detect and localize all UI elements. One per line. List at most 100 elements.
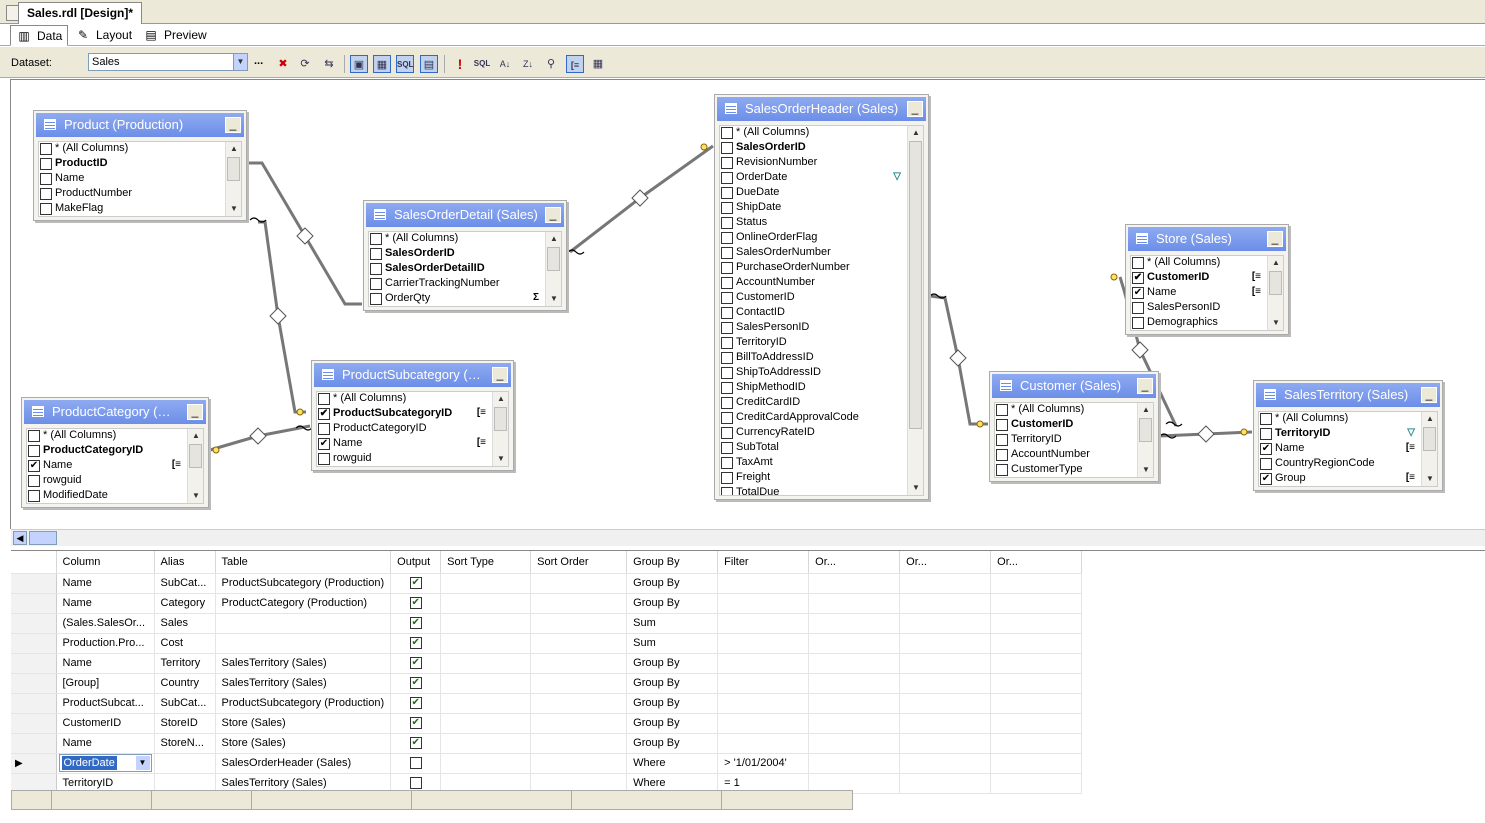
table-row[interactable]: Name SubCat... ProductSubcategory (Product… (11, 573, 1083, 594)
output-checkbox[interactable] (409, 757, 422, 770)
cell-or[interactable] (899, 653, 992, 674)
cell-group-by[interactable]: Group By (626, 733, 719, 754)
cell-or[interactable] (990, 633, 1083, 654)
minimize-icon[interactable]: _ (187, 404, 203, 420)
cell-sort-type[interactable] (440, 733, 532, 754)
cell-or[interactable] (990, 573, 1083, 594)
cell-group-by[interactable]: Group By (626, 713, 719, 734)
cell-alias[interactable]: Sales (154, 613, 216, 634)
output-checkbox[interactable]: ✔ (409, 577, 422, 590)
column-select[interactable]: OrderDate ▼ (58, 754, 152, 772)
column-header[interactable]: Sort Type (440, 551, 532, 574)
table-store-title[interactable]: Store (Sales) _ (1128, 227, 1286, 251)
row-selector[interactable] (11, 573, 57, 594)
table-store[interactable]: Store (Sales) _ * (All Columns) ✔ CustomerI… (1125, 224, 1289, 335)
cell-column[interactable]: Production.Pro... (56, 633, 155, 654)
column-row[interactable]: rowguid (27, 474, 203, 489)
cell-group-by[interactable]: Sum (626, 613, 719, 634)
cell-or[interactable] (990, 593, 1083, 614)
column-row[interactable]: ✔ CustomerID [≡ (1131, 271, 1283, 286)
column-checkbox[interactable] (370, 278, 382, 290)
cell-or[interactable] (808, 753, 901, 774)
column-checkbox[interactable]: ✔ (1132, 272, 1144, 284)
cell-sort-order[interactable] (530, 733, 628, 754)
column-row[interactable]: ProductCategoryID (27, 444, 203, 459)
column-row[interactable]: AccountNumber (720, 276, 923, 291)
cell-or[interactable] (899, 573, 992, 594)
cell-table[interactable]: ProductCategory (Production) (215, 593, 392, 614)
cell-or[interactable] (899, 733, 992, 754)
cell-table[interactable] (215, 613, 392, 634)
tab-data[interactable]: ▥ Data (10, 25, 68, 46)
column-list-scrollbar[interactable]: ▲ ▼ (907, 126, 923, 495)
minimize-icon[interactable]: _ (907, 101, 923, 117)
column-checkbox[interactable] (721, 367, 733, 379)
document-tab-sales-rdl[interactable]: Sales.rdl [Design]* (18, 2, 143, 24)
column-checkbox[interactable]: ✔ (1260, 473, 1272, 485)
results-pane-icon[interactable]: ▤ (420, 55, 438, 73)
column-header[interactable]: Filter (717, 551, 810, 574)
row-selector[interactable] (11, 653, 57, 674)
column-checkbox[interactable] (721, 187, 733, 199)
minimize-icon[interactable]: _ (492, 367, 508, 383)
table-salesorderheader-title[interactable]: SalesOrderHeader (Sales) _ (717, 97, 926, 121)
delete-dataset-icon[interactable]: ✖ (274, 55, 292, 73)
table-row[interactable]: Name Category ProductCategory (Production)… (11, 593, 1083, 614)
run-icon[interactable]: ! (451, 55, 469, 73)
cell-column[interactable]: CustomerID (56, 713, 155, 734)
column-row[interactable]: * (All Columns) (39, 142, 241, 157)
column-checkbox[interactable] (40, 158, 52, 170)
table-productcategory[interactable]: ProductCategory (… _ * (All Columns) Produ… (21, 397, 209, 508)
column-checkbox[interactable] (721, 202, 733, 214)
remove-filter-icon[interactable]: ⚲ (542, 55, 560, 73)
cell-or[interactable] (808, 613, 901, 634)
diagram-horizontal-scrollbar[interactable]: ◀ (11, 529, 1485, 546)
cell-filter[interactable] (717, 573, 810, 594)
cell-sort-order[interactable] (530, 613, 628, 634)
cell-group-by[interactable]: Sum (626, 633, 719, 654)
scroll-thumb[interactable] (909, 141, 922, 429)
cell-sort-order[interactable] (530, 633, 628, 654)
column-checkbox[interactable] (40, 188, 52, 200)
column-checkbox[interactable] (996, 464, 1008, 476)
column-checkbox[interactable] (1132, 302, 1144, 314)
chevron-down-icon[interactable]: ▼ (546, 292, 561, 306)
output-checkbox[interactable]: ✔ (409, 677, 422, 690)
row-selector[interactable] (11, 693, 57, 714)
chevron-down-icon[interactable]: ▼ (233, 54, 247, 70)
minimize-icon[interactable]: _ (1421, 387, 1437, 403)
column-row[interactable]: * (All Columns) (317, 392, 508, 407)
cell-sort-type[interactable] (440, 593, 532, 614)
column-checkbox[interactable] (996, 419, 1008, 431)
cell-or[interactable] (808, 713, 901, 734)
column-row[interactable]: SalesPersonID (720, 321, 923, 336)
column-checkbox[interactable] (721, 322, 733, 334)
column-checkbox[interactable] (40, 203, 52, 215)
cell-column[interactable]: [Group] (56, 673, 155, 694)
chevron-up-icon[interactable]: ▲ (1268, 256, 1283, 270)
column-row[interactable]: CurrencyRateID (720, 426, 923, 441)
column-checkbox[interactable] (370, 263, 382, 275)
chevron-down-icon[interactable]: ▼ (908, 481, 923, 495)
diagram-pane-icon[interactable]: ▣ (350, 55, 368, 73)
chevron-up-icon[interactable]: ▲ (493, 392, 508, 406)
table-row[interactable]: CustomerID StoreID Store (Sales) ✔ Group By (11, 713, 1083, 734)
cell-or[interactable] (808, 653, 901, 674)
table-row[interactable]: Name StoreN... Store (Sales) ✔ Group By (11, 733, 1083, 754)
cell-or[interactable] (899, 613, 992, 634)
output-checkbox[interactable]: ✔ (409, 597, 422, 610)
table-row[interactable]: ▶ OrderDate ▼ SalesOrderHeader (Sales) Where… (11, 753, 1083, 774)
column-row[interactable]: * (All Columns) (995, 403, 1153, 418)
tab-preview[interactable]: ▤ Preview (138, 25, 210, 46)
cell-column[interactable]: Name (56, 593, 155, 614)
column-checkbox[interactable] (40, 143, 52, 155)
column-checkbox[interactable] (996, 434, 1008, 446)
column-checkbox[interactable] (721, 232, 733, 244)
cell-alias[interactable]: StoreN... (154, 733, 216, 754)
cell-alias[interactable]: StoreID (154, 713, 216, 734)
sql-pane-icon[interactable]: SQL (396, 55, 414, 73)
column-row[interactable]: CarrierTrackingNumber (369, 277, 561, 292)
output-checkbox[interactable]: ✔ (409, 717, 422, 730)
cell-filter[interactable] (717, 733, 810, 754)
row-selector[interactable] (11, 593, 57, 614)
